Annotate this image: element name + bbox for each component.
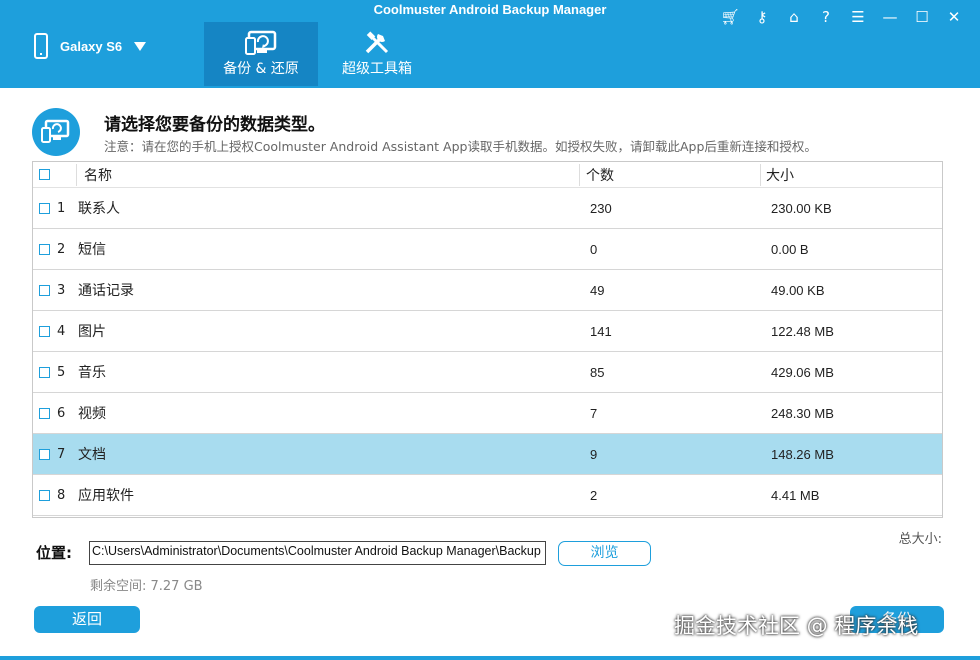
table-row[interactable]: 6 视频 7 248.30 MB: [33, 393, 942, 434]
row-name: 视频: [78, 406, 106, 422]
device-selector[interactable]: Galaxy S6: [34, 30, 147, 62]
row-checkbox[interactable]: [39, 407, 50, 419]
row-index: 4: [57, 323, 66, 339]
row-size: 230.00 KB: [771, 200, 832, 216]
row-count: 0: [590, 241, 598, 257]
row-count: 49: [590, 282, 605, 298]
row-name: 通话记录: [78, 283, 134, 299]
row-index: 2: [57, 241, 66, 257]
watermark: 掘金技术社区 @ 程序余栈: [674, 614, 919, 638]
row-count: 85: [590, 364, 605, 380]
row-name: 文档: [78, 447, 106, 463]
help-icon[interactable]: ?: [810, 6, 842, 28]
column-count[interactable]: 个数: [586, 165, 614, 185]
row-checkbox[interactable]: [39, 243, 50, 255]
device-name: Galaxy S6: [60, 38, 123, 54]
row-count: 141: [590, 323, 612, 339]
row-checkbox[interactable]: [39, 448, 50, 460]
backup-restore-icon: [245, 30, 277, 55]
table-row[interactable]: 3 通话记录 49 49.00 KB: [33, 270, 942, 311]
column-divider: [760, 164, 761, 186]
table-row[interactable]: 8 应用软件 2 4.41 MB: [33, 475, 942, 516]
row-size: 0.00 B: [771, 241, 809, 257]
row-index: 8: [57, 487, 66, 503]
table-header: 名称 个数 大小: [33, 162, 942, 188]
page-title: 请选择您要备份的数据类型。: [104, 115, 325, 135]
row-size: 248.30 MB: [771, 405, 834, 421]
location-label: 位置:: [36, 544, 72, 562]
window-controls: 🛒︎ ⚷ ⌂ ? ☰ — ☐ ✕: [714, 6, 970, 28]
row-index: 6: [57, 405, 66, 421]
tools-icon: [365, 31, 389, 54]
chevron-down-icon[interactable]: [134, 41, 147, 51]
phone-icon: [34, 33, 48, 59]
window-border: [0, 656, 980, 660]
row-checkbox[interactable]: [39, 284, 50, 296]
row-count: 230: [590, 200, 612, 216]
table-row-selected[interactable]: 7 文档 9 148.26 MB: [33, 434, 942, 475]
tab-label: 超级工具箱: [342, 61, 412, 77]
row-checkbox[interactable]: [39, 366, 50, 378]
row-checkbox[interactable]: [39, 489, 50, 501]
row-checkbox[interactable]: [39, 325, 50, 337]
row-count: 9: [590, 446, 598, 462]
data-type-table: 名称 个数 大小 1 联系人 230 230.00 KB 2 短信 0 0.00…: [32, 161, 943, 518]
column-divider: [76, 164, 77, 186]
row-checkbox[interactable]: [39, 202, 50, 214]
row-name: 联系人: [78, 201, 120, 217]
home-icon[interactable]: ⌂: [778, 6, 810, 28]
row-size: 49.00 KB: [771, 282, 825, 298]
row-name: 应用软件: [78, 488, 134, 504]
cart-icon[interactable]: 🛒︎: [714, 6, 746, 28]
table-row[interactable]: 4 图片 141 122.48 MB: [33, 311, 942, 352]
back-button[interactable]: 返回: [34, 606, 140, 633]
row-index: 1: [57, 200, 66, 216]
row-size: 429.06 MB: [771, 364, 834, 380]
key-icon[interactable]: ⚷: [746, 6, 778, 28]
title-bar: Coolmuster Android Backup Manager Galaxy…: [0, 0, 980, 88]
column-size[interactable]: 大小: [766, 165, 794, 185]
browse-button[interactable]: 浏览: [558, 541, 651, 566]
row-index: 5: [57, 364, 66, 380]
row-name: 短信: [78, 242, 106, 258]
maximize-icon[interactable]: ☐: [906, 6, 938, 28]
tab-backup-restore[interactable]: 备份 & 还原: [204, 22, 318, 86]
tab-super-toolbox[interactable]: 超级工具箱: [320, 22, 434, 86]
row-name: 音乐: [78, 365, 106, 381]
table-row[interactable]: 5 音乐 85 429.06 MB: [33, 352, 942, 393]
row-count: 2: [590, 487, 598, 503]
minimize-icon[interactable]: —: [874, 6, 906, 28]
close-icon[interactable]: ✕: [938, 6, 970, 28]
row-index: 7: [57, 446, 66, 462]
auth-note: 注意：请在您的手机上授权Coolmuster Android Assistant…: [104, 139, 817, 154]
row-size: 148.26 MB: [771, 446, 834, 462]
table-row[interactable]: 1 联系人 230 230.00 KB: [33, 188, 942, 229]
row-index: 3: [57, 282, 66, 298]
feedback-icon[interactable]: ☰: [842, 6, 874, 28]
table-row[interactable]: 2 短信 0 0.00 B: [33, 229, 942, 270]
tab-label: 备份 & 还原: [223, 61, 299, 77]
column-divider: [579, 164, 580, 186]
row-size: 4.41 MB: [771, 487, 820, 503]
select-all-checkbox[interactable]: [39, 169, 50, 180]
backup-icon: [32, 108, 80, 156]
row-size: 122.48 MB: [771, 323, 834, 339]
free-space-label: 剩余空间: 7.27 GB: [90, 579, 203, 594]
column-name[interactable]: 名称: [84, 165, 112, 185]
row-name: 图片: [78, 324, 106, 340]
total-size-label: 总大小:: [898, 532, 942, 547]
row-count: 7: [590, 405, 598, 421]
backup-path-field[interactable]: C:\Users\Administrator\Documents\Coolmus…: [89, 541, 546, 565]
